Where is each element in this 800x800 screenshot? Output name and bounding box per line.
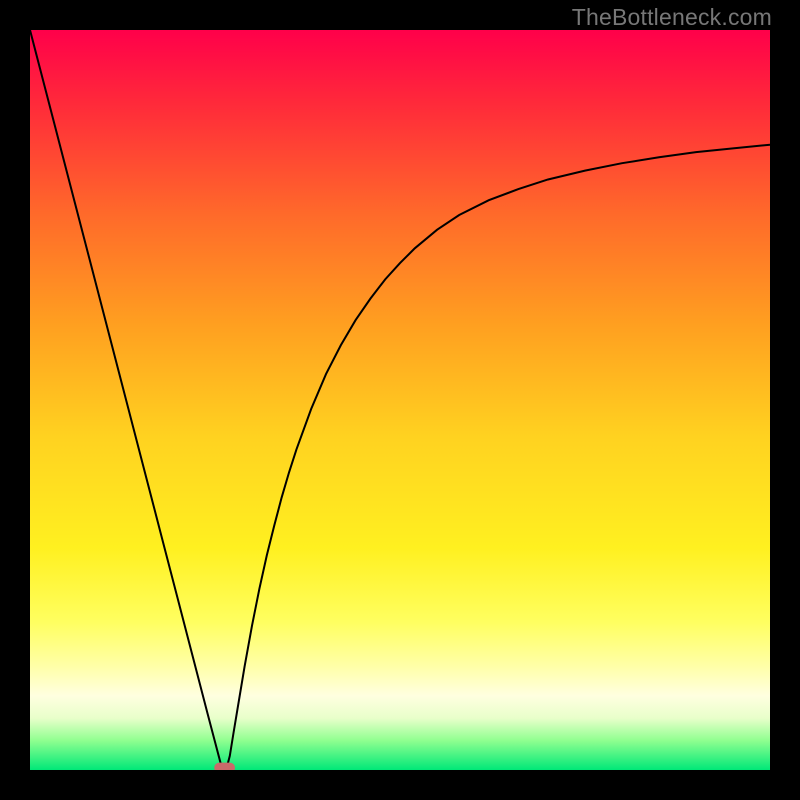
watermark-label: TheBottleneck.com — [572, 4, 772, 31]
chart-svg — [30, 30, 770, 770]
markers-group — [214, 763, 235, 770]
plot-area — [30, 30, 770, 770]
gradient-background — [30, 30, 770, 770]
chart-frame: TheBottleneck.com — [0, 0, 800, 800]
min-marker — [214, 763, 235, 770]
